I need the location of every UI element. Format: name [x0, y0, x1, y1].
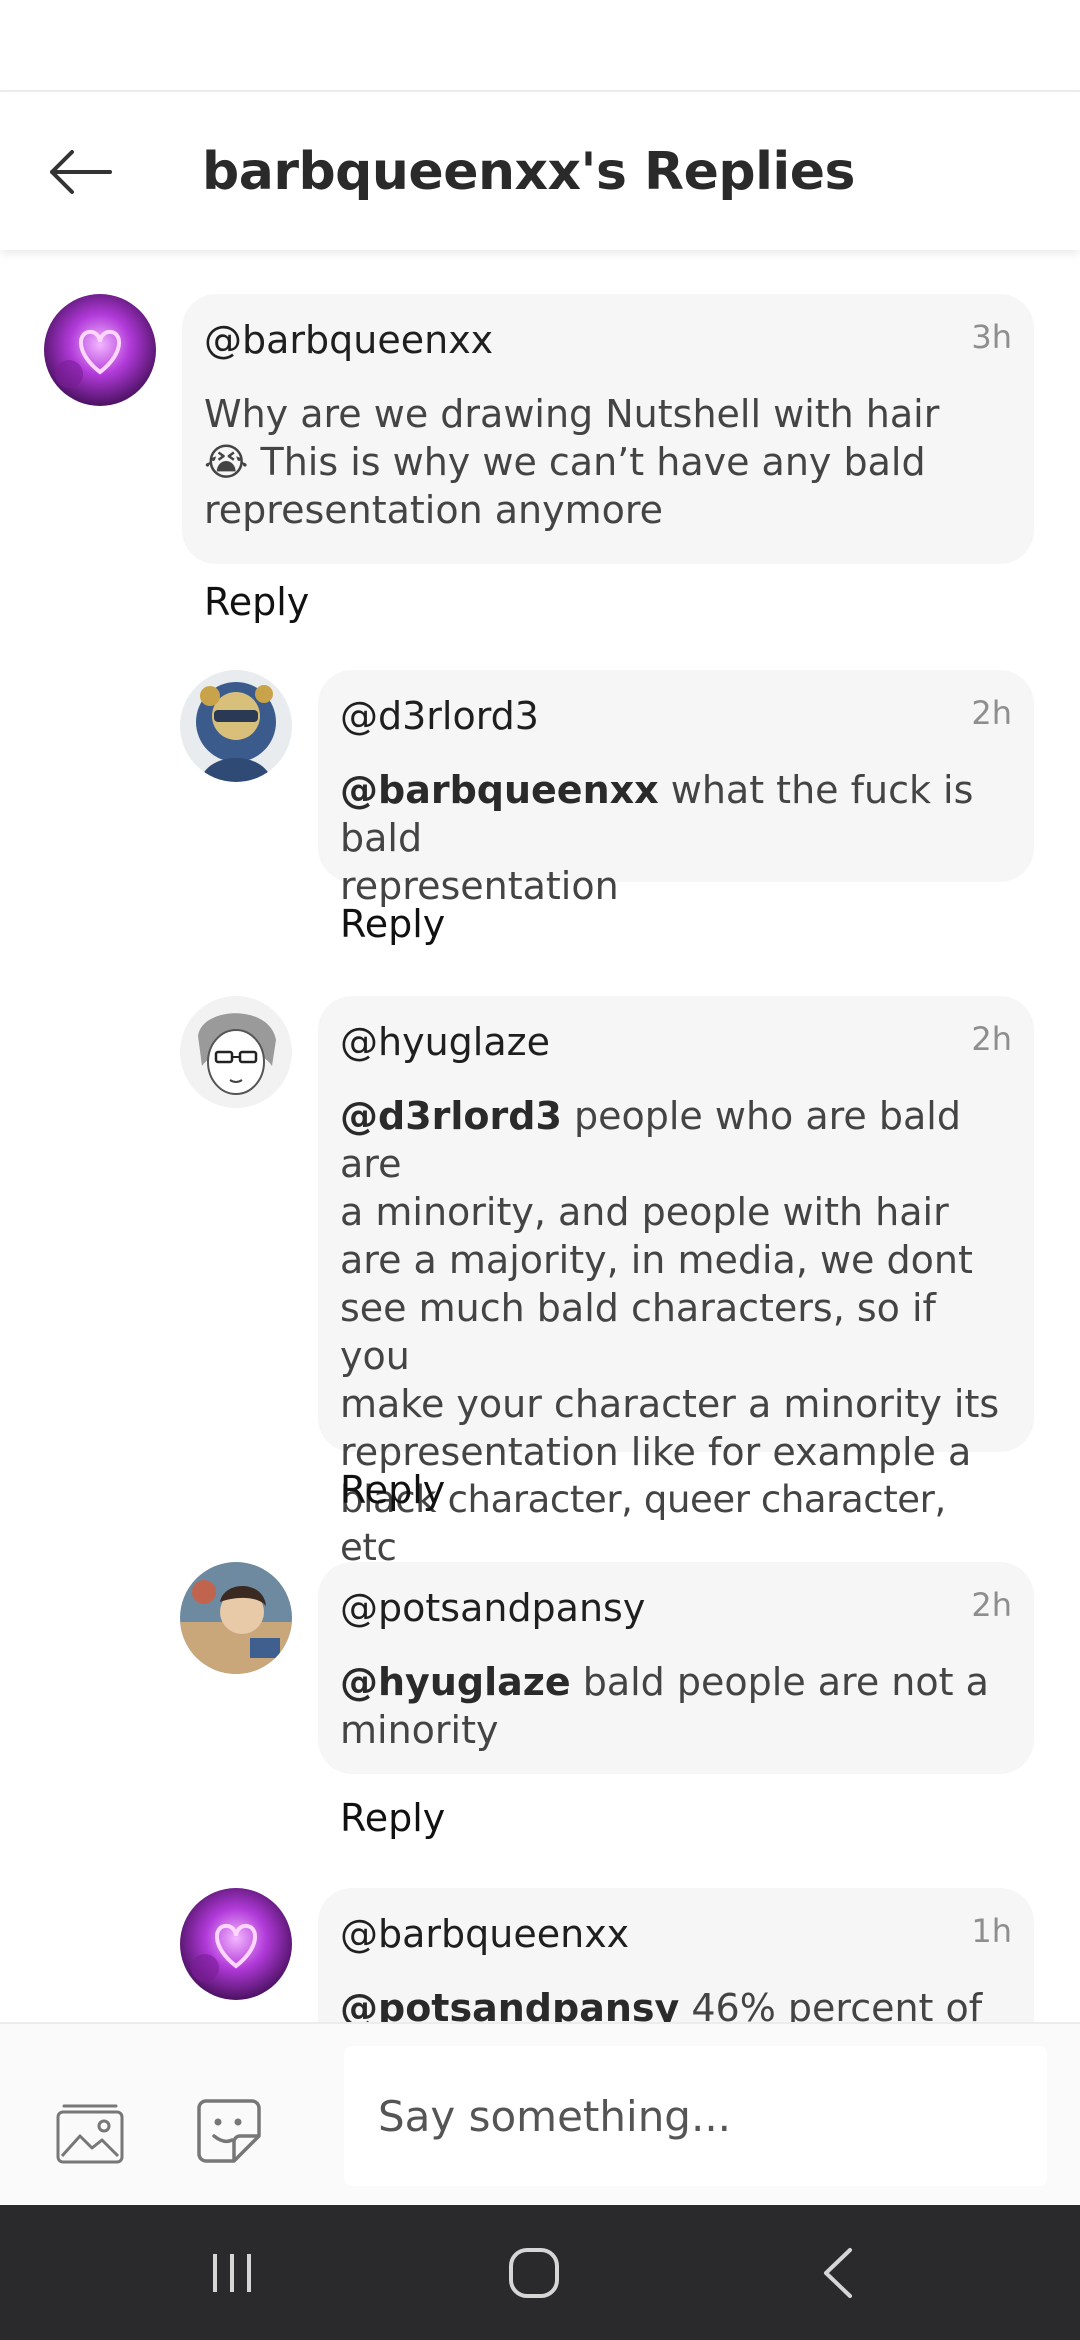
comment-text: @hyuglaze bald people are not a minority	[340, 1658, 1010, 1754]
comment-item: @potsandpansy 2h @hyuglaze bald people a…	[0, 1562, 1080, 1862]
mention-link[interactable]: @hyuglaze	[340, 1660, 571, 1704]
arrow-left-icon	[50, 150, 112, 194]
mention-link[interactable]: @barbqueenxx	[340, 768, 659, 812]
comment-text-line: @hyuglaze bald people are not a	[340, 1658, 1010, 1706]
comment-item: @barbqueenxx 3h Why are we drawing Nutsh…	[0, 250, 1080, 630]
comment-timestamp: 2h	[971, 1586, 1012, 1624]
comment-timestamp: 3h	[971, 318, 1012, 356]
recents-button[interactable]	[182, 2235, 282, 2311]
comment-username[interactable]: @hyuglaze	[340, 1020, 1010, 1064]
home-button[interactable]	[484, 2235, 584, 2311]
replies-thread[interactable]: @barbqueenxx 3h Why are we drawing Nutsh…	[0, 250, 1080, 2022]
comment-timestamp: 2h	[971, 1020, 1012, 1058]
comment-username[interactable]: @barbqueenxx	[204, 318, 1010, 362]
status-bar	[0, 0, 1080, 90]
comment-text-line: a minority, and people with hair	[340, 1190, 949, 1234]
comment-username[interactable]: @d3rlord3	[340, 694, 1010, 738]
comment-timestamp: 2h	[971, 694, 1012, 732]
back-nav-button[interactable]	[788, 2235, 888, 2311]
comment-bubble: @hyuglaze 2h @d3rlord3 people who are ba…	[318, 996, 1034, 1569]
comment-text-line: @potsandpansy 46% percent of men	[340, 1984, 1010, 2022]
comment-timestamp: 1h	[971, 1912, 1012, 1950]
comment-bubble: @d3rlord3 2h @barbqueenxx what the fuck …	[318, 670, 1034, 908]
comment-bubble: @barbqueenxx 3h Why are we drawing Nutsh…	[182, 294, 1034, 564]
comment-username[interactable]: @potsandpansy	[340, 1586, 1010, 1630]
avatar[interactable]	[180, 996, 292, 1108]
comment-text-line: @d3rlord3 people who are bald are	[340, 1092, 1010, 1188]
comment-text-span: bald people are not a	[570, 1660, 989, 1704]
reply-button[interactable]: Reply	[204, 580, 309, 624]
chevron-left-icon	[824, 2248, 852, 2298]
comment-bubble: @potsandpansy 2h @hyuglaze bald people a…	[318, 1562, 1034, 1774]
system-navigation-bar	[0, 2205, 1080, 2340]
comment-text: Why are we drawing Nutshell with hair 😭 …	[204, 390, 1010, 534]
mention-link[interactable]: @d3rlord3	[340, 1094, 562, 1138]
avatar[interactable]	[180, 1888, 292, 2000]
avatar[interactable]	[44, 294, 156, 406]
home-icon	[509, 2248, 559, 2298]
sticker-button[interactable]	[196, 2098, 262, 2164]
comment-text: @potsandpansy 46% percent of men	[340, 1984, 1010, 2022]
reply-button[interactable]: Reply	[340, 1468, 445, 1512]
comment-input[interactable]	[378, 2091, 1047, 2141]
comment-text-line: @barbqueenxx what the fuck is bald	[340, 766, 1010, 862]
comment-composer	[0, 2022, 1080, 2205]
comment-text-line: make your character a minority its	[340, 1382, 1000, 1426]
comment-text-line: are a majority, in media, we dont	[340, 1238, 973, 1282]
attach-image-button[interactable]	[56, 2104, 124, 2164]
comment-text-line: representation anymore	[204, 488, 664, 532]
reply-button[interactable]: Reply	[340, 902, 445, 946]
comment-item: @hyuglaze 2h @d3rlord3 people who are ba…	[0, 996, 1080, 1569]
avatar[interactable]	[180, 670, 292, 782]
comment-text-line: minority	[340, 1708, 499, 1752]
comment-input-container	[344, 2046, 1047, 2186]
comment-text-line: 😭 This is why we can’t have any bald	[204, 440, 926, 484]
comment-item: @barbqueenxx 1h @potsandpansy 46% percen…	[0, 1888, 1080, 2022]
recents-icon	[213, 2254, 251, 2292]
comment-bubble: @barbqueenxx 1h @potsandpansy 46% percen…	[318, 1888, 1034, 2022]
comment-item: @d3rlord3 2h @barbqueenxx what the fuck …	[0, 670, 1080, 970]
page-title: barbqueenxx's Replies	[202, 142, 855, 202]
comment-text-line: Why are we drawing Nutshell with hair	[204, 392, 940, 436]
comment-text-line: see much bald characters, so if you	[340, 1286, 936, 1378]
comment-text: @barbqueenxx what the fuck is bald repre…	[340, 766, 1010, 910]
image-icon	[56, 2104, 124, 2164]
mention-link[interactable]: @potsandpansy	[340, 1986, 679, 2022]
comment-username[interactable]: @barbqueenxx	[340, 1912, 1010, 1956]
reply-button[interactable]: Reply	[340, 1796, 445, 1840]
avatar[interactable]	[180, 1562, 292, 1674]
top-app-bar: barbqueenxx's Replies	[0, 90, 1080, 250]
back-button[interactable]	[40, 132, 120, 212]
sticker-icon	[197, 2099, 261, 2163]
